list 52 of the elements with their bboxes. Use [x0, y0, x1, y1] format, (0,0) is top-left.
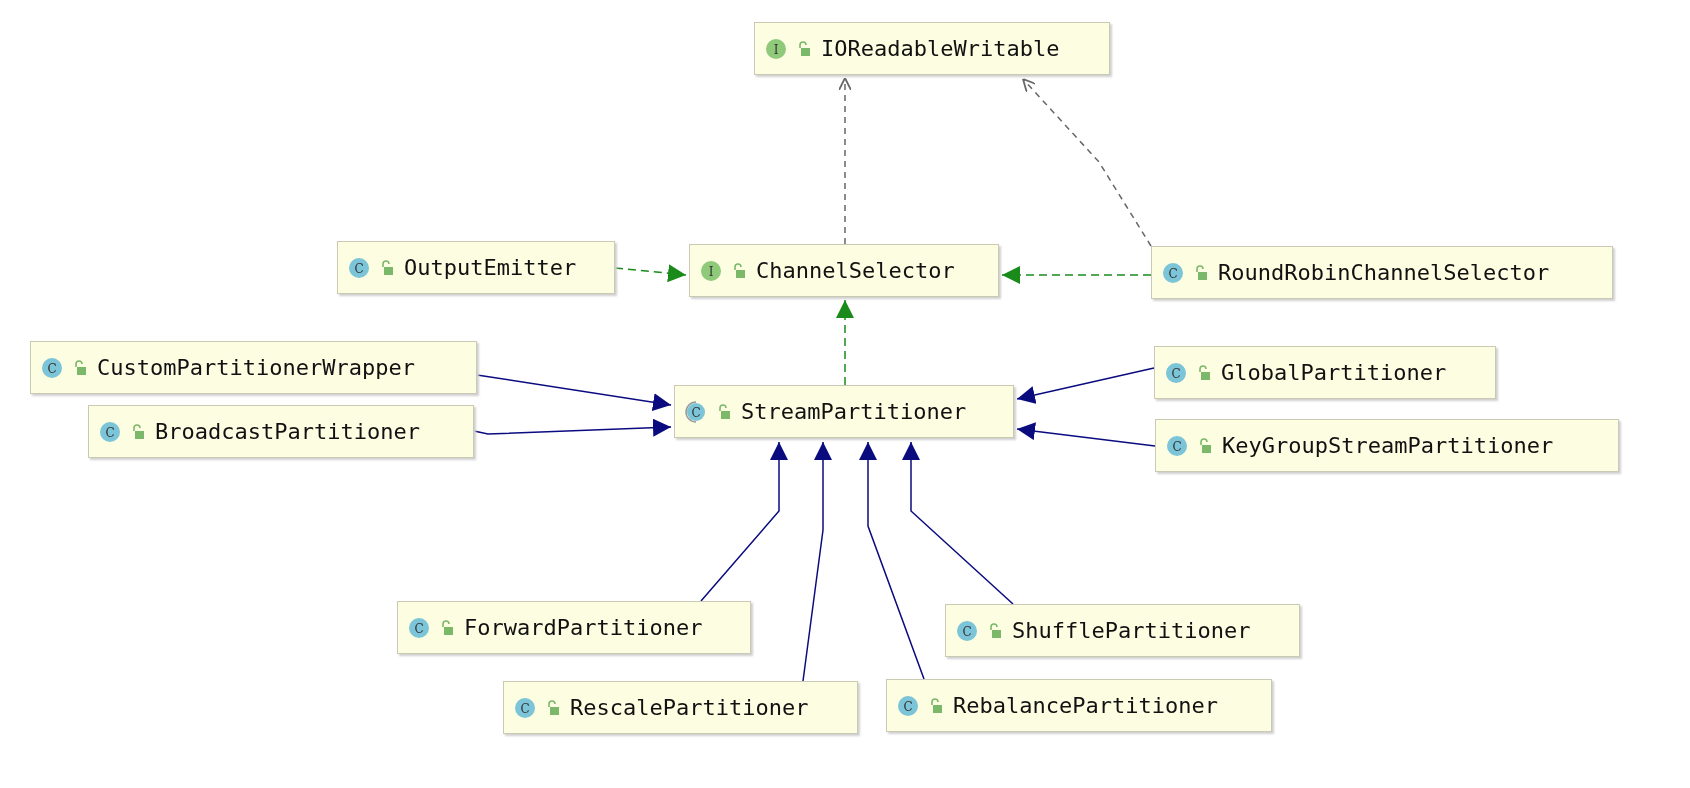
lock-icon — [929, 697, 943, 714]
lock-icon — [1197, 364, 1211, 381]
class-name: RebalancePartitioner — [953, 693, 1218, 718]
class-node[interactable]: C BroadcastPartitioner — [88, 405, 474, 458]
lock-icon — [380, 259, 394, 276]
class-node[interactable]: I IOReadableWritable — [754, 22, 1110, 75]
lock-icon — [732, 262, 746, 279]
class-icon: C — [897, 694, 919, 717]
class-node[interactable]: C GlobalPartitioner — [1154, 346, 1496, 399]
lock-icon — [440, 619, 454, 636]
class-name: RoundRobinChannelSelector — [1218, 260, 1550, 285]
class-name: ForwardPartitioner — [464, 615, 703, 640]
lock-icon — [1194, 264, 1208, 281]
class-icon: C — [514, 696, 536, 719]
lock-icon — [131, 423, 145, 440]
class-icon: C — [41, 356, 63, 379]
class-icon: C — [956, 619, 978, 642]
lock-icon — [717, 403, 731, 420]
class-name: BroadcastPartitioner — [155, 419, 420, 444]
class-name: IOReadableWritable — [821, 36, 1060, 61]
class-name: CustomPartitionerWrapper — [97, 355, 415, 380]
class-node[interactable]: I ChannelSelector — [689, 244, 999, 297]
lock-icon — [797, 40, 811, 57]
class-icon: C — [1165, 361, 1187, 384]
lock-icon — [73, 359, 87, 376]
class-icon: C — [685, 400, 707, 423]
class-node[interactable]: C StreamPartitioner — [674, 385, 1014, 438]
interface-icon: I — [765, 37, 787, 60]
class-node[interactable]: C RoundRobinChannelSelector — [1151, 246, 1613, 299]
class-name: GlobalPartitioner — [1221, 360, 1447, 385]
class-name: StreamPartitioner — [741, 399, 967, 424]
lock-icon — [988, 622, 1002, 639]
class-node[interactable]: C RebalancePartitioner — [886, 679, 1272, 732]
class-node[interactable]: C KeyGroupStreamPartitioner — [1155, 419, 1619, 472]
class-icon: C — [408, 616, 430, 639]
class-node[interactable]: C ShufflePartitioner — [945, 604, 1300, 657]
lock-icon — [1198, 437, 1212, 454]
interface-icon: I — [700, 259, 722, 282]
class-node[interactable]: C OutputEmitter — [337, 241, 615, 294]
class-name: OutputEmitter — [404, 255, 577, 280]
class-name: KeyGroupStreamPartitioner — [1222, 433, 1554, 458]
class-name: ChannelSelector — [756, 258, 955, 283]
class-icon: C — [348, 256, 370, 279]
class-name: RescalePartitioner — [570, 695, 809, 720]
lock-icon — [546, 699, 560, 716]
class-node[interactable]: C CustomPartitionerWrapper — [30, 341, 477, 394]
class-name: ShufflePartitioner — [1012, 618, 1251, 643]
class-icon: C — [99, 420, 121, 443]
class-node[interactable]: C RescalePartitioner — [503, 681, 858, 734]
class-icon: C — [1166, 434, 1188, 457]
class-icon: C — [1162, 261, 1184, 284]
class-node[interactable]: C ForwardPartitioner — [397, 601, 751, 654]
